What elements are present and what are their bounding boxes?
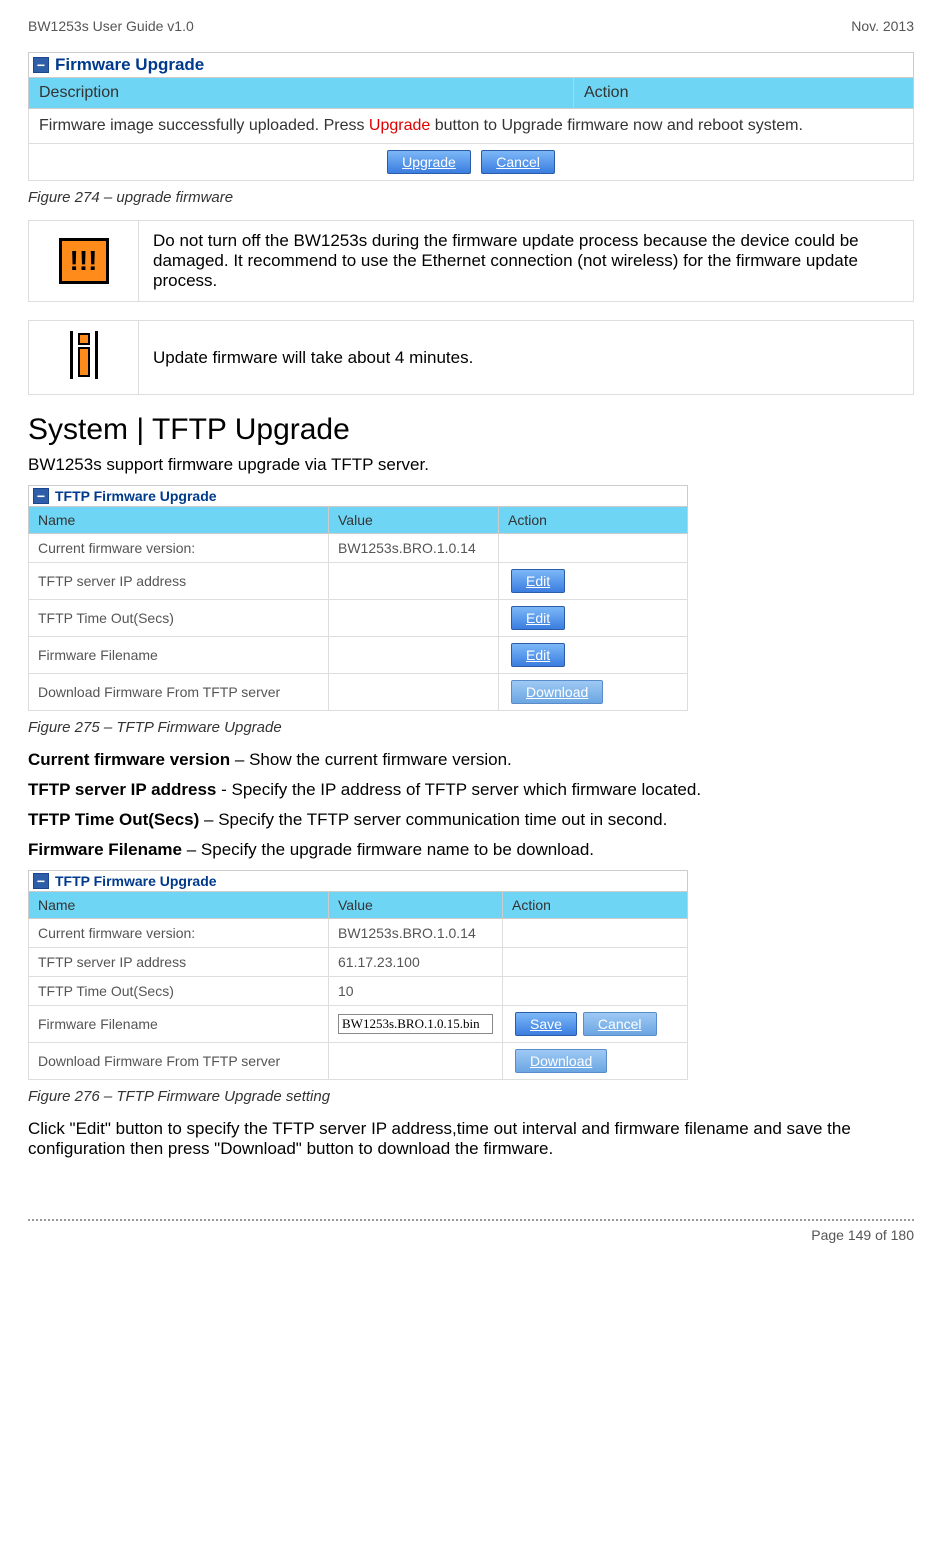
row-value: 61.17.23.100: [329, 948, 503, 977]
row-value: [329, 563, 499, 600]
footer-divider: [28, 1219, 914, 1221]
col-name: Name: [29, 892, 329, 919]
row-value: [329, 600, 499, 637]
figure-caption-275: Figure 275 – TFTP Firmware Upgrade: [28, 719, 914, 736]
desc-line: TFTP server IP address - Specify the IP …: [28, 780, 914, 800]
row-label: TFTP server IP address: [29, 563, 329, 600]
outro-text: Click "Edit" button to specify the TFTP …: [28, 1119, 914, 1159]
row-label: Firmware Filename: [29, 637, 329, 674]
row-label: Firmware Filename: [29, 1006, 329, 1043]
doc-title: BW1253s User Guide v1.0: [28, 18, 194, 34]
warning-note: !!! Do not turn off the BW1253s during t…: [28, 220, 914, 302]
row-label: Download Firmware From TFTP server: [29, 1043, 329, 1080]
row-action: [503, 919, 688, 948]
col-action: Action: [503, 892, 688, 919]
save-button[interactable]: Save: [515, 1012, 577, 1036]
download-button[interactable]: Download: [511, 680, 603, 704]
collapse-icon[interactable]: −: [33, 57, 49, 73]
intro-text: BW1253s support firmware upgrade via TFT…: [28, 455, 914, 475]
col-action: Action: [574, 78, 914, 109]
upgrade-keyword: Upgrade: [369, 117, 430, 134]
desc-line: Current firmware version – Show the curr…: [28, 750, 914, 770]
row-value: [329, 637, 499, 674]
panel-title: Firmware Upgrade: [55, 55, 204, 75]
row-value: [329, 674, 499, 711]
download-button[interactable]: Download: [515, 1049, 607, 1073]
row-label: TFTP Time Out(Secs): [29, 977, 329, 1006]
row-action: [499, 534, 688, 563]
col-value: Value: [329, 507, 499, 534]
row-label: Current firmware version:: [29, 534, 329, 563]
desc-line: Firmware Filename – Specify the upgrade …: [28, 840, 914, 860]
row-value: 10: [329, 977, 503, 1006]
section-heading: System | TFTP Upgrade: [28, 413, 914, 447]
row-label: Download Firmware From TFTP server: [29, 674, 329, 711]
cancel-button[interactable]: Cancel: [583, 1012, 657, 1036]
col-name: Name: [29, 507, 329, 534]
info-icon: [70, 331, 98, 379]
cancel-button[interactable]: Cancel: [481, 150, 555, 174]
panel-title: TFTP Firmware Upgrade: [55, 488, 217, 504]
row-value: BW1253s.BRO.1.0.14: [329, 534, 499, 563]
figure-caption-276: Figure 276 – TFTP Firmware Upgrade setti…: [28, 1088, 914, 1105]
edit-button[interactable]: Edit: [511, 606, 565, 630]
panel-title: TFTP Firmware Upgrade: [55, 873, 217, 889]
edit-button[interactable]: Edit: [511, 569, 565, 593]
info-text: Update firmware will take about 4 minute…: [139, 321, 914, 395]
firmware-upgrade-panel: − Firmware Upgrade Description Action Fi…: [28, 52, 914, 181]
row-label: TFTP server IP address: [29, 948, 329, 977]
tftp-panel-2: − TFTP Firmware Upgrade Name Value Actio…: [28, 870, 688, 1080]
desc-line: TFTP Time Out(Secs) – Specify the TFTP s…: [28, 810, 914, 830]
collapse-icon[interactable]: −: [33, 488, 49, 504]
col-action: Action: [499, 507, 688, 534]
upgrade-button[interactable]: Upgrade: [387, 150, 471, 174]
warning-icon: !!!: [59, 238, 109, 284]
figure-caption-274: Figure 274 – upgrade firmware: [28, 189, 914, 206]
upload-message: Firmware image successfully uploaded. Pr…: [29, 109, 914, 144]
info-note: Update firmware will take about 4 minute…: [28, 320, 914, 395]
row-label: Current firmware version:: [29, 919, 329, 948]
row-action: [503, 948, 688, 977]
page-header: BW1253s User Guide v1.0 Nov. 2013: [28, 18, 914, 34]
col-description: Description: [29, 78, 574, 109]
row-action: [503, 977, 688, 1006]
row-value: [329, 1043, 503, 1080]
edit-button[interactable]: Edit: [511, 643, 565, 667]
collapse-icon[interactable]: −: [33, 873, 49, 889]
warning-text: Do not turn off the BW1253s during the f…: [139, 221, 914, 302]
row-label: TFTP Time Out(Secs): [29, 600, 329, 637]
tftp-panel-1: − TFTP Firmware Upgrade Name Value Actio…: [28, 485, 688, 711]
col-value: Value: [329, 892, 503, 919]
page-number: Page 149 of 180: [28, 1227, 914, 1243]
doc-date: Nov. 2013: [851, 18, 914, 34]
row-value: BW1253s.BRO.1.0.14: [329, 919, 503, 948]
filename-input[interactable]: [338, 1014, 493, 1034]
